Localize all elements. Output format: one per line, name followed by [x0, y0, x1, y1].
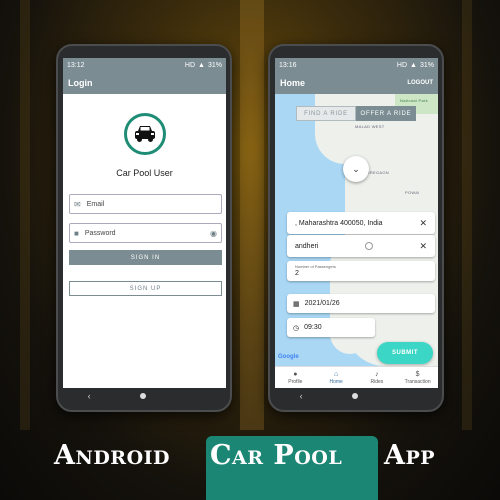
- back-icon[interactable]: ‹: [300, 391, 303, 401]
- status-time: 13:16: [279, 61, 297, 69]
- password-field[interactable]: ■ Password ◉: [69, 223, 222, 243]
- lock-icon: ■: [74, 228, 79, 238]
- destination-input[interactable]: andheri: [295, 243, 318, 250]
- clock-icon: ◷: [293, 324, 300, 332]
- home-screen: 13:16 HD ▲ 31% Home LOGOUT National Park…: [275, 58, 438, 388]
- dollar-icon: $: [415, 370, 420, 378]
- battery-label: 31%: [207, 61, 222, 69]
- sign-in-button[interactable]: SIGN IN: [69, 250, 222, 265]
- passengers-label: Number of Passengers: [295, 264, 336, 269]
- status-time: 13:12: [67, 61, 85, 69]
- banner-word-android: Android: [54, 440, 170, 471]
- car-icon: [135, 126, 155, 142]
- banner-word-app: App: [384, 440, 436, 471]
- passengers-card[interactable]: Number of Passengers 2: [287, 261, 435, 281]
- home-phone: 13:16 HD ▲ 31% Home LOGOUT National Park…: [268, 44, 444, 412]
- map-label: POWAI: [405, 190, 420, 195]
- clear-destination-icon[interactable]: ✕: [419, 241, 427, 252]
- nav-profile[interactable]: ● Profile: [275, 367, 316, 388]
- nav-rides[interactable]: ♪ Rides: [357, 367, 398, 388]
- signal-icon: ▲: [198, 61, 205, 69]
- nav-home[interactable]: ⌂ Home: [316, 367, 357, 388]
- google-logo: Google: [278, 354, 299, 360]
- find-ride-button[interactable]: FIND A RIDE: [296, 106, 356, 121]
- car-logo: [124, 113, 166, 155]
- signal-label: HD: [184, 61, 196, 69]
- time-card[interactable]: ◷ 09:30: [287, 318, 375, 337]
- signal-icon: ▲: [410, 61, 417, 69]
- background-light-streak: [240, 0, 264, 430]
- app-bar: Home LOGOUT: [275, 72, 438, 94]
- passengers-value: 2: [295, 270, 299, 277]
- bottom-navigation: ● Profile ⌂ Home ♪ Rides $ Transaction: [275, 366, 438, 388]
- signal-label: HD: [396, 61, 408, 69]
- login-phone: 13:12 HD ▲ 31% Login Car Pool User ✉ Ema…: [56, 44, 232, 412]
- destination-card: andheri ✕: [287, 235, 435, 257]
- map-view[interactable]: National Park MALAD WEST GOREGAON POWAI …: [275, 94, 438, 366]
- offer-ride-button[interactable]: OFFER A RIDE: [356, 106, 416, 121]
- status-icons: HD ▲ 31%: [397, 62, 434, 69]
- source-input[interactable]: , Maharashtra 400050, India: [295, 220, 383, 227]
- nav-label: Transaction: [404, 378, 431, 385]
- clear-source-icon[interactable]: ✕: [419, 218, 427, 229]
- background-light-streak: [20, 0, 30, 430]
- system-nav-bar: ‹: [275, 388, 438, 404]
- email-placeholder: Email: [86, 200, 105, 208]
- home-icon: ⌂: [334, 370, 339, 378]
- status-bar: 13:12 HD ▲ 31%: [63, 58, 226, 72]
- home-nav-icon[interactable]: [139, 393, 146, 399]
- battery-label: 31%: [419, 61, 434, 69]
- email-field[interactable]: ✉ Email: [69, 194, 222, 214]
- login-screen: 13:12 HD ▲ 31% Login Car Pool User ✉ Ema…: [63, 58, 226, 388]
- back-icon[interactable]: ‹: [88, 391, 91, 401]
- date-value: 2021/01/26: [304, 300, 340, 307]
- map-land: [315, 94, 375, 164]
- page-title: Home: [280, 78, 306, 88]
- date-card[interactable]: ▦ 2021/01/26: [287, 294, 435, 313]
- collapse-button[interactable]: ⌄: [343, 156, 369, 182]
- password-placeholder: Password: [84, 229, 116, 237]
- system-nav-bar: ‹: [63, 388, 226, 404]
- email-icon: ✉: [74, 199, 81, 209]
- person-icon: ●: [293, 370, 298, 378]
- nav-label: Profile: [288, 378, 303, 385]
- time-value: 09:30: [304, 324, 322, 331]
- app-bar: Login: [63, 72, 226, 94]
- status-icons: HD ▲ 31%: [185, 62, 222, 69]
- source-card: , Maharashtra 400050, India ✕: [287, 212, 435, 234]
- home-nav-icon[interactable]: [351, 393, 358, 399]
- bell-icon: ♪: [375, 370, 379, 378]
- nav-label: Home: [329, 378, 343, 385]
- nav-transaction[interactable]: $ Transaction: [397, 367, 438, 388]
- app-name: Car Pool User: [116, 168, 173, 178]
- loading-icon: [364, 242, 373, 250]
- page-title: Login: [68, 78, 93, 88]
- calendar-icon: ▦: [293, 300, 300, 308]
- map-label: MALAD WEST: [355, 124, 385, 129]
- ride-mode-toggle: FIND A RIDE OFFER A RIDE: [296, 106, 416, 121]
- status-bar: 13:16 HD ▲ 31%: [275, 58, 438, 72]
- sign-up-button[interactable]: SIGN UP: [69, 281, 222, 296]
- submit-button[interactable]: SUBMIT: [377, 342, 433, 364]
- background-light-streak: [462, 0, 472, 430]
- banner-word-carpool: Car Pool: [210, 440, 343, 471]
- chevron-down-icon: ⌄: [352, 163, 360, 174]
- nav-label: Rides: [370, 378, 384, 385]
- logout-button[interactable]: LOGOUT: [407, 80, 433, 86]
- map-label: National Park: [400, 98, 428, 103]
- visibility-off-icon[interactable]: ◉: [210, 229, 217, 238]
